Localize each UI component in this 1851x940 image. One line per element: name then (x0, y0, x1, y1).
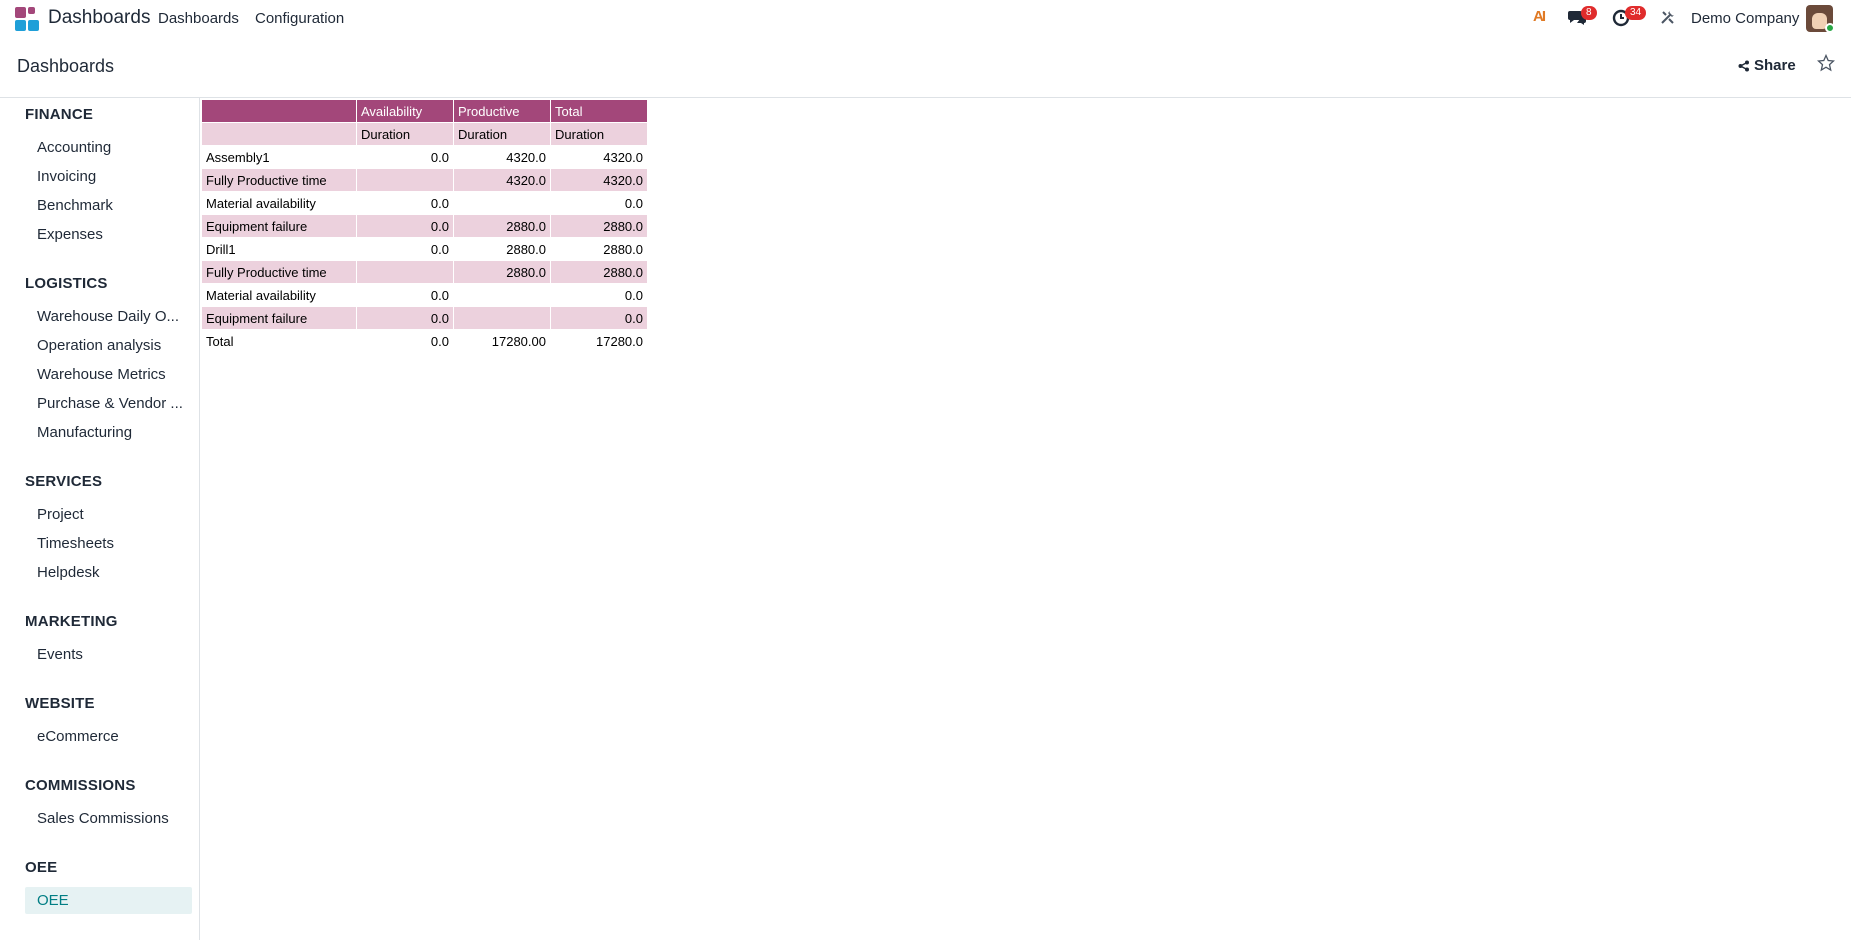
pivot-cell (453, 191, 551, 215)
section-services: SERVICES (25, 473, 103, 490)
sidebar-item-warehouse-daily[interactable]: Warehouse Daily O... (25, 303, 192, 330)
section-commissions: COMMISSIONS (25, 777, 136, 794)
pivot-row-header[interactable]: Material availability (201, 191, 357, 215)
pivot-cell (356, 260, 454, 284)
pivot-cell (453, 283, 551, 307)
sidebar-item-manufacturing[interactable]: Manufacturing (25, 419, 192, 446)
section-finance: FINANCE (25, 106, 94, 123)
ai-icon[interactable]: AI (1533, 8, 1546, 25)
pivot-cell: 0.0 (550, 306, 648, 330)
page-title: Dashboards (17, 56, 115, 76)
pivot-row: Equipment failure 0.0 2880.0 2880.0 (201, 214, 648, 238)
pivot-cell: 2880.0 (550, 214, 648, 238)
pivot-total-header[interactable]: Total (201, 329, 357, 353)
pivot-row-header[interactable]: Equipment failure (201, 214, 357, 238)
pivot-cell: 2880.0 (550, 260, 648, 284)
sidebar-item-purchase-vendor[interactable]: Purchase & Vendor ... (25, 390, 192, 417)
pivot-cell (356, 168, 454, 192)
pivot-measure-duration[interactable]: Duration (550, 122, 648, 146)
pivot-row-header[interactable]: Material availability (201, 283, 357, 307)
pivot-row-header[interactable]: Drill1 (201, 237, 357, 261)
pivot-cell: 0.0 (550, 283, 648, 307)
pivot-corner-cell (201, 99, 357, 123)
pivot-cell: 2880.0 (453, 260, 551, 284)
pivot-col-availability[interactable]: Availability (356, 99, 454, 123)
pivot-total-row: Total 0.0 17280.00 17280.0 (201, 329, 648, 353)
online-status-dot (1825, 23, 1835, 33)
pivot-row: Material availability 0.0 0.0 (201, 283, 648, 307)
sidebar-item-sales-commissions[interactable]: Sales Commissions (25, 805, 192, 832)
app-grid-icon[interactable] (15, 7, 39, 31)
pivot-row-header[interactable]: Assembly1 (201, 145, 357, 169)
pivot-row-header[interactable]: Equipment failure (201, 306, 357, 330)
pivot-col-total[interactable]: Total (550, 99, 648, 123)
control-panel: Dashboards Share (0, 38, 1851, 98)
pivot-row-header[interactable]: Fully Productive time (201, 260, 357, 284)
sidebar-item-helpdesk[interactable]: Helpdesk (25, 559, 192, 586)
pivot-cell: 0.0 (356, 214, 454, 238)
share-icon (1738, 60, 1749, 71)
sidebar-item-warehouse-metrics[interactable]: Warehouse Metrics (25, 361, 192, 388)
activities-badge: 34 (1625, 6, 1647, 20)
pivot-cell: 0.0 (356, 306, 454, 330)
favorite-star-icon[interactable] (1816, 53, 1836, 77)
pivot-col-productive[interactable]: Productive (453, 99, 551, 123)
pivot-cell: 4320.0 (550, 168, 648, 192)
pivot-row-header[interactable]: Fully Productive time (201, 168, 357, 192)
pivot-measure-corner (201, 122, 357, 146)
top-navbar: Dashboards Dashboards Configuration AI 8… (0, 0, 1851, 38)
section-website: WEBSITE (25, 695, 95, 712)
pivot-cell: 0.0 (356, 283, 454, 307)
pivot-row: Fully Productive time 4320.0 4320.0 (201, 168, 648, 192)
share-button[interactable]: Share (1738, 57, 1796, 74)
pivot-total-cell: 17280.0 (550, 329, 648, 353)
sidebar-item-operation-analysis[interactable]: Operation analysis (25, 332, 192, 359)
menu-dashboards[interactable]: Dashboards (158, 10, 239, 27)
pivot-cell: 2880.0 (550, 237, 648, 261)
pivot-cell: 2880.0 (453, 214, 551, 238)
sidebar-item-oee[interactable]: OEE (25, 887, 192, 914)
pivot-cell: 2880.0 (453, 237, 551, 261)
pivot-measure-row: Duration Duration Duration (201, 122, 648, 146)
sidebar-item-events[interactable]: Events (25, 641, 192, 668)
sidebar-item-project[interactable]: Project (25, 501, 192, 528)
section-logistics: LOGISTICS (25, 275, 108, 292)
section-marketing: MARKETING (25, 613, 118, 630)
pivot-cell: 0.0 (550, 191, 648, 215)
pivot-row: Assembly1 0.0 4320.0 4320.0 (201, 145, 648, 169)
pivot-cell: 4320.0 (453, 168, 551, 192)
pivot-cell: 0.0 (356, 191, 454, 215)
sidebar-item-accounting[interactable]: Accounting (25, 134, 192, 161)
share-label: Share (1754, 57, 1796, 74)
oee-pivot-table: Availability Productive Total Duration D… (201, 99, 648, 353)
company-switcher[interactable]: Demo Company (1691, 10, 1799, 27)
section-oee: OEE (25, 859, 58, 876)
pivot-total-cell: 0.0 (356, 329, 454, 353)
pivot-header-row: Availability Productive Total (201, 99, 648, 123)
sidebar-item-benchmark[interactable]: Benchmark (25, 192, 192, 219)
debug-tools-icon[interactable] (1660, 9, 1676, 30)
pivot-measure-duration[interactable]: Duration (453, 122, 551, 146)
app-name[interactable]: Dashboards (48, 7, 150, 29)
pivot-cell: 4320.0 (550, 145, 648, 169)
sidebar-item-timesheets[interactable]: Timesheets (25, 530, 192, 557)
pivot-cell: 0.0 (356, 145, 454, 169)
pivot-row: Equipment failure 0.0 0.0 (201, 306, 648, 330)
messages-badge: 8 (1581, 6, 1597, 20)
pivot-total-cell: 17280.00 (453, 329, 551, 353)
sidebar-item-expenses[interactable]: Expenses (25, 221, 192, 248)
pivot-cell (453, 306, 551, 330)
menu-configuration[interactable]: Configuration (255, 10, 344, 27)
pivot-measure-duration[interactable]: Duration (356, 122, 454, 146)
sidebar-item-invoicing[interactable]: Invoicing (25, 163, 192, 190)
pivot-row: Material availability 0.0 0.0 (201, 191, 648, 215)
pivot-cell: 4320.0 (453, 145, 551, 169)
dashboard-sidebar: FINANCE Accounting Invoicing Benchmark E… (0, 98, 200, 940)
pivot-row: Fully Productive time 2880.0 2880.0 (201, 260, 648, 284)
pivot-row: Drill1 0.0 2880.0 2880.0 (201, 237, 648, 261)
pivot-cell: 0.0 (356, 237, 454, 261)
sidebar-item-ecommerce[interactable]: eCommerce (25, 723, 192, 750)
